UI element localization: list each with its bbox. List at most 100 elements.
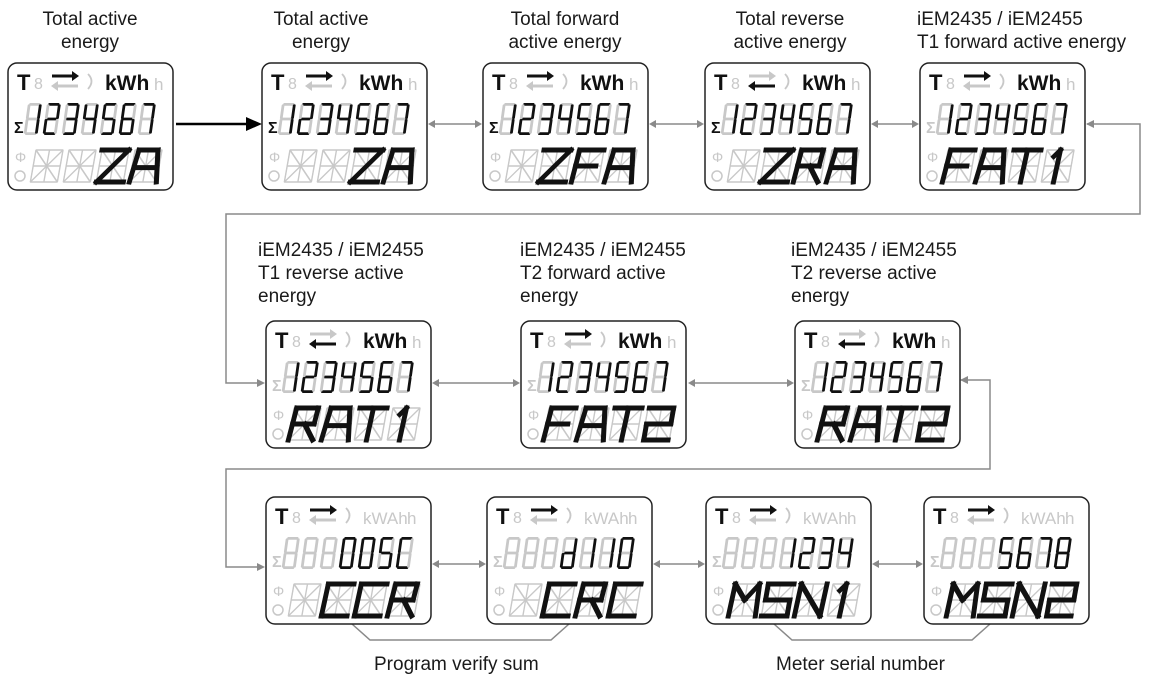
sigma-indicator: Σ <box>268 120 278 137</box>
phi-indicator: Φ <box>931 583 942 599</box>
unit-label: kWh <box>580 72 624 95</box>
phi-indicator: Φ <box>927 149 938 165</box>
unit-h-indicator: h <box>408 75 417 94</box>
screen-label-8: iEM2435 / iEM2455 T2 reverse active ener… <box>791 240 957 307</box>
lcd-screen-1: T 8 kWh h ΣΦ <box>7 62 174 191</box>
screen-label-6: iEM2435 / iEM2455 T1 reverse active ener… <box>258 240 424 307</box>
tariff-number-indicator: 8 <box>946 76 955 93</box>
tariff-t-indicator: T <box>530 328 544 353</box>
diagram-canvas: T 8 kWh hΣΦT 8 kWh hΣΦT 8 kWh hΣΦT 8 kWh hΣΦT 8 kWh hΣΦ… <box>7 62 1141 641</box>
bracket-meter-serial <box>773 623 991 641</box>
phi-indicator: Φ <box>802 407 813 423</box>
sigma-indicator: Σ <box>272 378 282 395</box>
tariff-number-indicator: 8 <box>732 510 741 527</box>
lcd-screen-12: T 8 kWAh h ΣΦ <box>923 496 1090 625</box>
screen-label-1: Total active energy <box>42 9 138 53</box>
phi-indicator: Φ <box>490 149 501 165</box>
unit-label: kWh <box>359 72 403 95</box>
lcd-screen-5: T 8 kWh h ΣΦ <box>919 62 1086 191</box>
connector-6-7 <box>432 379 520 387</box>
tariff-number-indicator: 8 <box>509 76 518 93</box>
tariff-number-indicator: 8 <box>731 76 740 93</box>
connector-10-11 <box>653 560 705 568</box>
unit-h-indicator: h <box>847 509 856 528</box>
unit-h-indicator: h <box>629 75 638 94</box>
lcd-screen-8: T 8 kWh h ΣΦ <box>794 320 961 449</box>
lcd-screen-9: T 8 kWAh h ΣΦ <box>265 496 432 625</box>
unit-h-indicator: h <box>667 333 676 352</box>
display-sequence-diagram: T 8 kWh h Σ Φ T 8 kWh h Σ Φ T 8 kWh h Σ Φ T 8 kWh h Σ Φ T 8 kWh h Σ Φ… <box>0 0 1173 679</box>
tariff-t-indicator: T <box>492 70 506 95</box>
tariff-t-indicator: T <box>804 328 818 353</box>
sigma-indicator: Σ <box>712 554 722 571</box>
connector-2-3 <box>428 120 482 128</box>
unit-h-indicator: h <box>154 75 163 94</box>
unit-h-indicator: h <box>1065 509 1074 528</box>
unit-label: kWAh <box>803 509 848 528</box>
connector-11-12 <box>872 560 923 568</box>
phi-indicator: Φ <box>713 583 724 599</box>
phi-indicator: Φ <box>273 407 284 423</box>
bracket-program-verify <box>351 623 570 641</box>
lcd-screen-3: T 8 kWh h ΣΦ <box>482 62 649 191</box>
lcd-screen-11: T 8 kWAh h ΣΦ <box>705 496 872 625</box>
caption-program-verify-sum: Program verify sum <box>374 654 539 675</box>
unit-label: kWh <box>892 330 936 353</box>
tariff-number-indicator: 8 <box>288 76 297 93</box>
unit-label: kWh <box>1017 72 1061 95</box>
lcd-screen-7: T 8 kWh h ΣΦ <box>520 320 687 449</box>
sigma-indicator: Σ <box>527 378 537 395</box>
tariff-number-indicator: 8 <box>34 76 43 93</box>
tariff-t-indicator: T <box>271 70 285 95</box>
main-arrow <box>176 117 262 131</box>
screen-label-4: Total reverse active energy <box>733 9 847 53</box>
sigma-indicator: Σ <box>489 120 499 137</box>
tariff-number-indicator: 8 <box>821 334 830 351</box>
screen-label-3: Total forward active energy <box>508 9 622 53</box>
sigma-indicator: Σ <box>926 120 936 137</box>
phi-indicator: Φ <box>528 407 539 423</box>
unit-label: kWh <box>802 72 846 95</box>
tariff-t-indicator: T <box>17 70 31 95</box>
tariff-number-indicator: 8 <box>292 510 301 527</box>
sigma-indicator: Σ <box>801 378 811 395</box>
unit-label: kWh <box>618 330 662 353</box>
connector-3-4 <box>649 120 704 128</box>
unit-h-indicator: h <box>851 75 860 94</box>
tariff-t-indicator: T <box>929 70 943 95</box>
connector-9-10 <box>432 560 486 568</box>
unit-label: kWh <box>363 330 407 353</box>
connector-4-5 <box>871 120 919 128</box>
connector-7-8 <box>688 379 794 387</box>
unit-label: kWAh <box>363 509 408 528</box>
unit-h-indicator: h <box>412 333 421 352</box>
tariff-t-indicator: T <box>715 504 729 529</box>
tariff-t-indicator: T <box>933 504 947 529</box>
sigma-indicator: Σ <box>14 120 24 137</box>
unit-label: kWAh <box>1021 509 1066 528</box>
unit-label: kWAh <box>584 509 629 528</box>
tariff-t-indicator: T <box>275 328 289 353</box>
tariff-number-indicator: 8 <box>950 510 959 527</box>
unit-h-indicator: h <box>941 333 950 352</box>
sigma-indicator: Σ <box>272 554 282 571</box>
phi-indicator: Φ <box>712 149 723 165</box>
unit-h-indicator: h <box>407 509 416 528</box>
lcd-screen-4: T 8 kWh h ΣΦ <box>704 62 871 191</box>
tariff-t-indicator: T <box>275 504 289 529</box>
screen-label-5: iEM2435 / iEM2455 T1 forward active ener… <box>917 9 1127 53</box>
tariff-number-indicator: 8 <box>292 334 301 351</box>
caption-meter-serial-number: Meter serial number <box>776 654 945 675</box>
phi-indicator: Φ <box>273 583 284 599</box>
phi-indicator: Φ <box>15 149 26 165</box>
screen-label-2: Total active energy <box>273 9 369 53</box>
sigma-indicator: Σ <box>930 554 940 571</box>
unit-label: kWh <box>105 72 149 95</box>
sigma-indicator: Σ <box>711 120 721 137</box>
tariff-number-indicator: 8 <box>513 510 522 527</box>
sigma-indicator: Σ <box>493 554 503 571</box>
tariff-number-indicator: 8 <box>547 334 556 351</box>
tariff-t-indicator: T <box>496 504 510 529</box>
phi-indicator: Φ <box>494 583 505 599</box>
unit-h-indicator: h <box>1066 75 1075 94</box>
